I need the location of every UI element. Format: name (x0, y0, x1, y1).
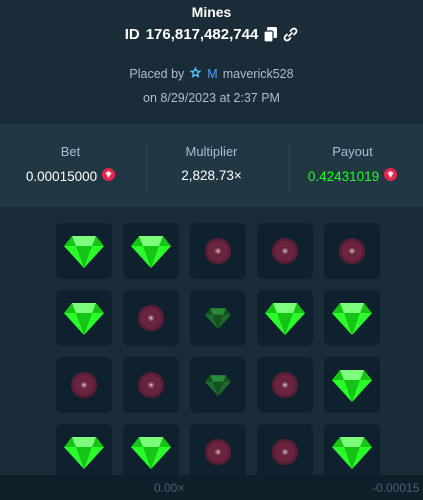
gem-icon (332, 435, 372, 469)
bet-id-label: ID (124, 26, 140, 43)
mine-icon (338, 237, 366, 265)
mine-tile (190, 424, 246, 480)
payout-value: 0.42431019 (307, 168, 380, 184)
footer-bar: 0.00× -0.00015 (0, 475, 423, 500)
gem-icon (64, 234, 104, 268)
placed-by-label: Placed by (129, 67, 185, 81)
mine-tile (190, 357, 246, 413)
mine-icon (271, 237, 299, 265)
bet-stat: Bet 0.00015000 (0, 124, 141, 207)
gem-icon (205, 374, 231, 397)
mine-tile (257, 424, 313, 480)
mine-tile (56, 424, 112, 480)
ruby-currency-icon (102, 168, 116, 184)
footer-profit: -0.00015 (372, 481, 420, 495)
mine-tile (56, 357, 112, 413)
link-icon[interactable] (283, 27, 298, 42)
star-icon (189, 66, 202, 82)
mine-icon (204, 237, 232, 265)
multiplier-label: Multiplier (185, 144, 238, 159)
mine-tile (324, 290, 380, 346)
bet-label: Bet (60, 144, 81, 159)
bet-header: Mines ID 176,817,482,744 Placed by M mav… (0, 0, 423, 124)
gem-icon (64, 435, 104, 469)
mine-tile (190, 290, 246, 346)
mine-icon (137, 304, 165, 332)
mine-tile (190, 223, 246, 279)
mine-icon (271, 438, 299, 466)
gem-icon (205, 307, 231, 330)
placed-by-row: Placed by M maverick528 (0, 66, 423, 82)
mine-tile (56, 290, 112, 346)
gem-icon (332, 301, 372, 335)
mine-tile (123, 290, 179, 346)
mine-tile (257, 290, 313, 346)
mine-tile (56, 223, 112, 279)
multiplier-stat: Multiplier 2,828.73× (141, 124, 282, 207)
mine-tile (324, 424, 380, 480)
ruby-currency-icon (384, 168, 398, 184)
bet-stats-panel: Bet 0.00015000 Multiplier 2,828.73× Payo… (0, 124, 423, 207)
mine-tile (324, 223, 380, 279)
gem-icon (265, 301, 305, 335)
bet-date: on 8/29/2023 at 2:37 PM (143, 91, 280, 105)
mine-tile (123, 223, 179, 279)
mine-icon (271, 371, 299, 399)
payout-stat: Payout 0.42431019 (282, 124, 423, 207)
mine-tile (257, 223, 313, 279)
mine-icon (70, 371, 98, 399)
mine-tile (123, 357, 179, 413)
footer-multiplier: 0.00× (154, 481, 185, 495)
vip-badge: M (207, 67, 218, 81)
mine-tile (123, 424, 179, 480)
mine-icon (204, 438, 232, 466)
gem-icon (131, 435, 171, 469)
game-title: Mines (191, 4, 232, 20)
payout-label: Payout (332, 144, 373, 159)
username-link[interactable]: maverick528 (223, 67, 294, 81)
copy-icon[interactable] (264, 27, 278, 42)
multiplier-value: 2,828.73× (181, 168, 242, 183)
gem-icon (131, 234, 171, 268)
bet-value: 0.00015000 (25, 168, 98, 184)
mine-tile (324, 357, 380, 413)
mine-tile (257, 357, 313, 413)
bet-id-value: 176,817,482,744 (145, 26, 259, 43)
bet-id-row: ID 176,817,482,744 (0, 26, 423, 43)
gem-icon (332, 368, 372, 402)
mine-icon (137, 371, 165, 399)
gem-icon (64, 301, 104, 335)
